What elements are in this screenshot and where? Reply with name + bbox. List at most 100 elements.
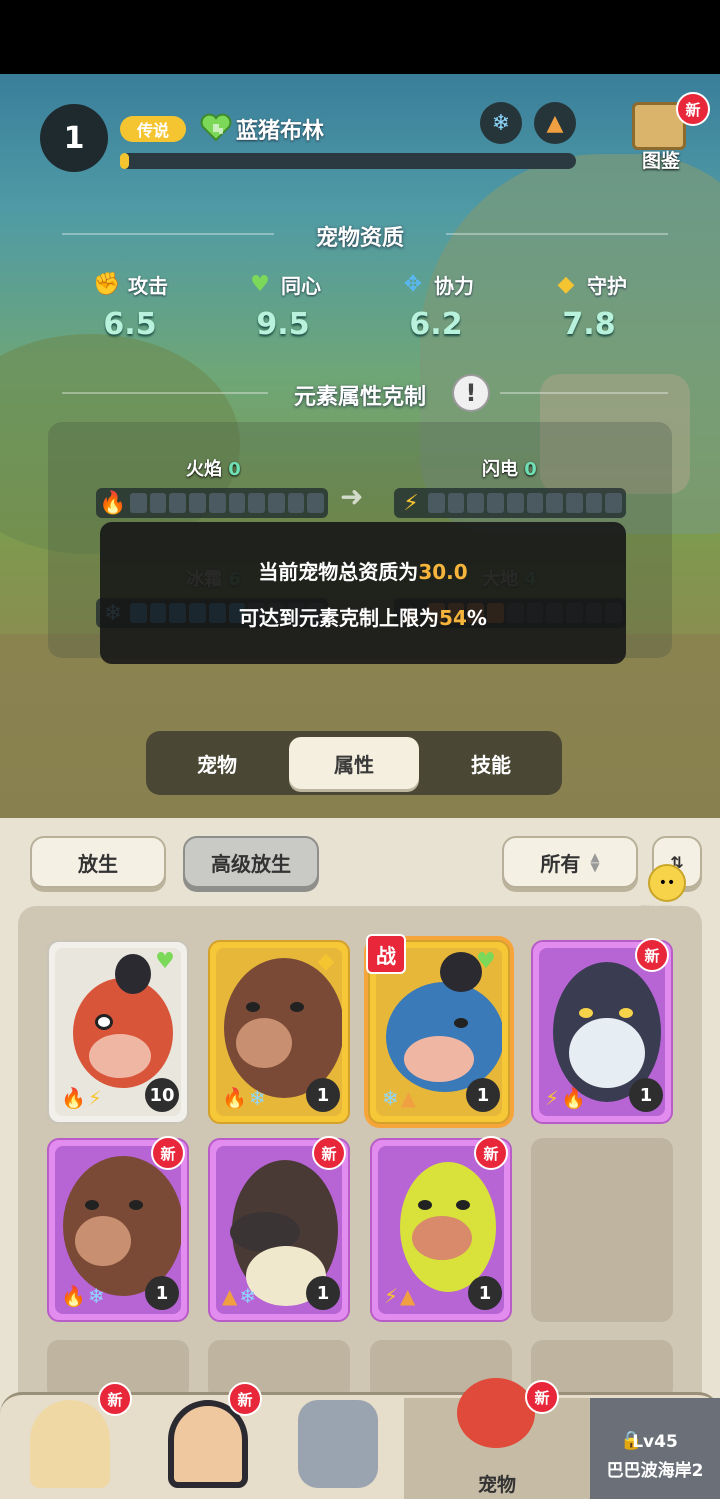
nav-pets[interactable]: 新 宠物 xyxy=(437,1358,559,1496)
new-badge: 新 xyxy=(228,1382,262,1416)
new-badge: 新 xyxy=(98,1382,132,1416)
atlas-button[interactable]: 图鉴 新 xyxy=(626,92,710,172)
elem-value: 0 xyxy=(228,459,241,480)
lightning-bar: ⚡ xyxy=(394,488,626,518)
element-icons: 🔥 ❄ xyxy=(222,1086,266,1110)
stat-value: 6.5 xyxy=(103,307,157,342)
rarity-badge: 传说 xyxy=(120,116,186,142)
character-icon xyxy=(30,1400,110,1488)
pet-level: 1 xyxy=(40,104,108,172)
new-badge: 新 xyxy=(151,1136,185,1170)
atlas-label: 图鉴 xyxy=(641,150,680,172)
nav-equipment[interactable] xyxy=(278,1380,398,1499)
locked-level: Lv45 xyxy=(632,1432,678,1452)
pet-count: 1 xyxy=(468,1276,502,1310)
pet-card-red-boar[interactable]: ♥ 🔥 ⚡ 10 xyxy=(47,940,189,1124)
new-badge: 新 xyxy=(635,938,669,972)
qualities-title: 宠物资质 xyxy=(315,226,404,251)
element-icons: ⚡ 🔥 xyxy=(545,1086,586,1110)
element-restraint-title: 元素属性克制 xyxy=(293,385,426,410)
shield-icon: ◆ xyxy=(317,948,335,974)
elem-value: 0 xyxy=(524,459,537,480)
pet-count: 1 xyxy=(466,1078,500,1112)
pet-count: 1 xyxy=(145,1276,179,1310)
stat-label: 协力 xyxy=(434,274,474,298)
stat-harmony: ♥ 同心 9.5 xyxy=(208,270,358,342)
new-badge: 新 xyxy=(525,1380,559,1414)
stat-value: 7.8 xyxy=(562,307,616,342)
xp-bar xyxy=(120,153,576,169)
sword-shield-icon xyxy=(298,1400,378,1488)
mountain-icon[interactable]: ▲ xyxy=(534,102,576,144)
elem-name: 火焰 xyxy=(186,459,222,480)
stat-attack: ✊ 攻击 6.5 xyxy=(55,270,205,342)
chat-face-icon: •• xyxy=(648,864,686,902)
empty-slot xyxy=(531,1138,673,1322)
restraint-cap-value: 54 xyxy=(439,606,467,630)
heart-icon: ♥ xyxy=(250,272,270,297)
tab-skills[interactable]: 技能 xyxy=(426,737,556,789)
stat-value: 9.5 xyxy=(256,307,310,342)
snowflake-icon[interactable]: ❄ xyxy=(480,102,522,144)
tooltip-line-2: 可达到元素克制上限为54% xyxy=(100,602,626,631)
pet-count: 1 xyxy=(629,1078,663,1112)
percent-sign: % xyxy=(466,606,487,630)
game-screen: 1 传说 蓝猪布林 ❄ ▲ 图鉴 新 宠物资质 ✊ 攻击 6.5 ♥ 同心 9.5 … xyxy=(0,0,720,1499)
advanced-release-button[interactable]: 高级放生 xyxy=(183,836,319,888)
heart-icon xyxy=(200,113,232,142)
pet-count: 1 xyxy=(306,1276,340,1310)
pet-count: 10 xyxy=(145,1078,179,1112)
fist-icon: ✊ xyxy=(93,272,121,297)
filter-select[interactable]: 所有 ▲ ▼ xyxy=(502,836,638,888)
nav-hero[interactable]: 新 xyxy=(148,1380,268,1499)
fire-icon: 🔥 xyxy=(99,490,127,516)
total-quality-value: 30.0 xyxy=(418,560,468,584)
arrow-icon: ➜ xyxy=(340,480,364,513)
status-bar xyxy=(0,0,720,74)
pet-count: 1 xyxy=(306,1078,340,1112)
shield-icon: ◆ xyxy=(557,272,575,297)
fire-bar: 🔥 xyxy=(96,488,328,518)
restraint-tooltip: 当前宠物总资质为30.0 可达到元素克制上限为54% xyxy=(100,522,626,664)
tooltip-text: 当前宠物总资质为 xyxy=(258,560,419,584)
pet-icon xyxy=(457,1378,535,1448)
new-badge: 新 xyxy=(312,1136,346,1170)
element-icons: ⚡ ▲ xyxy=(384,1284,416,1308)
new-badge: 新 xyxy=(676,92,710,126)
pet-card-wolf[interactable]: 新 ⚡ 🔥 1 xyxy=(531,938,673,1124)
filter-value: 所有 xyxy=(540,851,581,876)
tooltip-text: 可达到元素克制上限为 xyxy=(239,606,440,630)
sort-arrows-icon: ▲ ▼ xyxy=(590,850,600,874)
stat-guard: ◆ 守护 7.8 xyxy=(514,270,664,342)
tooltip-line-1: 当前宠物总资质为30.0 xyxy=(100,556,626,585)
tab-attributes[interactable]: 属性 xyxy=(289,737,419,789)
pet-card-blue-boar[interactable]: 战 ♥ ❄ ▲ 1 xyxy=(366,934,510,1124)
pet-name: 蓝猪布林 xyxy=(236,119,325,144)
release-button[interactable]: 放生 xyxy=(30,836,166,888)
lightning-icon: ⚡ xyxy=(403,490,419,516)
heart-icon: ♥ xyxy=(155,948,175,974)
pet-card-yellow-dino[interactable]: 新 ⚡ ▲ 1 xyxy=(370,1136,512,1322)
element-icons: ❄ ▲ xyxy=(382,1086,417,1110)
tab-bar: 宠物 属性 技能 xyxy=(146,731,562,795)
pet-card-platypus[interactable]: 新 ▲ ❄ 1 xyxy=(208,1136,350,1322)
element-icons: ▲ ❄ xyxy=(222,1284,257,1308)
stat-value: 6.2 xyxy=(409,307,463,342)
heart-icon: ♥ xyxy=(476,948,496,974)
new-badge: 新 xyxy=(474,1136,508,1170)
nav-character[interactable]: 新 xyxy=(10,1380,132,1499)
element-icons: 🔥 ❄ xyxy=(61,1284,105,1308)
elem-name: 闪电 xyxy=(482,459,518,480)
pet-card-brown-bear-2[interactable]: 新 🔥 ❄ 1 xyxy=(47,1136,189,1322)
pet-card-brown-bear[interactable]: ◆ 🔥 ❄ 1 xyxy=(208,940,350,1124)
info-icon[interactable]: ! xyxy=(452,374,490,412)
stat-teamwork: ✥ 协力 6.2 xyxy=(361,270,511,342)
stat-label: 攻击 xyxy=(128,274,168,298)
nav-locked-area[interactable]: 🔒 Lv45 巴巴波海岸2 xyxy=(590,1398,720,1499)
tab-pets[interactable]: 宠物 xyxy=(152,737,282,789)
nav-pets-label: 宠物 xyxy=(477,1474,516,1496)
lightning-label: 闪电 0 xyxy=(482,455,537,481)
teamwork-icon: ✥ xyxy=(403,272,423,297)
xp-fill xyxy=(120,153,130,169)
battle-badge: 战 xyxy=(366,934,406,974)
